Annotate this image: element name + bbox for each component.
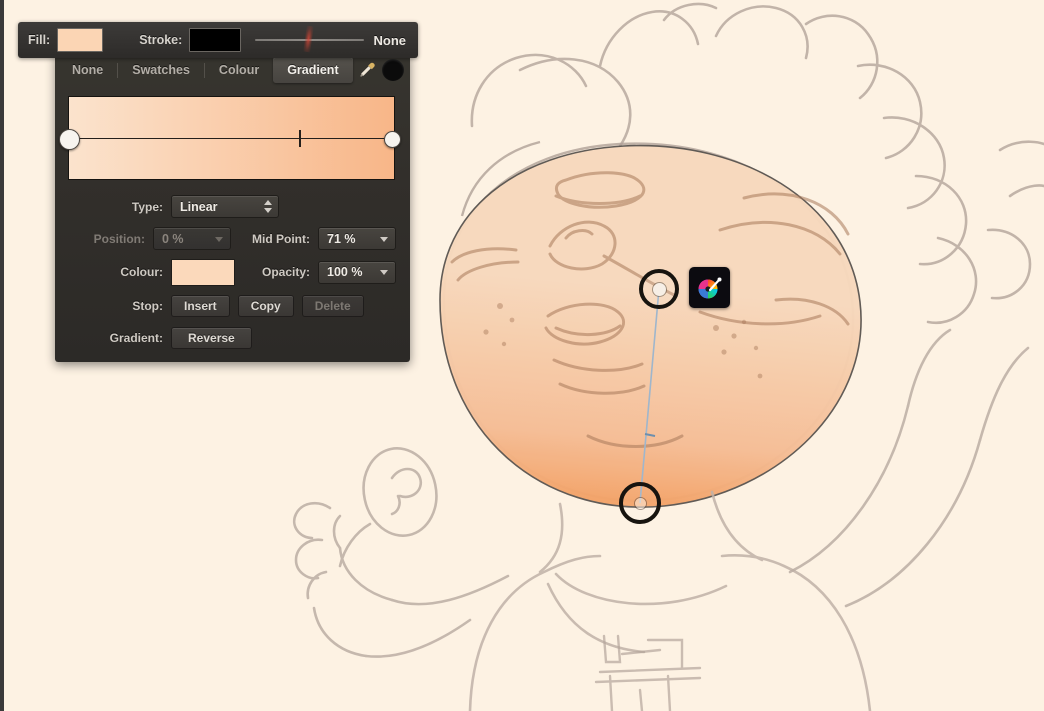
row-type: Type: Linear	[55, 192, 410, 221]
fill-label: Fill:	[28, 33, 51, 47]
gradient-midpoint-marker[interactable]	[299, 129, 302, 147]
stroke-width-value[interactable]: None	[374, 33, 407, 48]
chevron-down-icon	[380, 270, 388, 275]
gradient-axis-line	[69, 138, 394, 139]
current-colour-dot[interactable]	[382, 59, 404, 81]
opacity-select[interactable]: 100 %	[318, 260, 396, 284]
stop-delete-button: Delete	[301, 294, 364, 317]
row-colour-opacity: Colour: Opacity: 100 %	[55, 256, 410, 288]
position-value: 0 %	[162, 231, 184, 246]
row-stop-buttons: Stop: Insert Copy Delete	[55, 291, 410, 320]
eyedropper-glyph	[360, 62, 375, 77]
position-select[interactable]: 0 %	[153, 227, 231, 250]
row-position-midpoint: Position: 0 % Mid Point: 71 %	[55, 224, 410, 253]
gradient-preview-strip[interactable]	[68, 96, 395, 180]
type-select[interactable]: Linear	[171, 195, 279, 218]
type-label: Type:	[131, 199, 163, 214]
gradient-stop-end[interactable]	[384, 130, 401, 148]
position-label: Position:	[93, 231, 145, 246]
stop-colour-swatch[interactable]	[171, 258, 235, 286]
tab-gradient[interactable]: Gradient	[273, 57, 353, 83]
opacity-label: Opacity:	[261, 265, 310, 279]
eyedropper-icon[interactable]	[354, 57, 380, 83]
row-gradient-reverse: Gradient: Reverse	[55, 323, 410, 352]
fill-swatch[interactable]	[57, 28, 104, 52]
midpoint-select[interactable]: 71 %	[318, 227, 396, 250]
gradient-panel: None Swatches Colour Gradient Type: Line…	[55, 52, 410, 362]
stepper-arrows-icon	[263, 198, 272, 216]
midpoint-label: Mid Point:	[252, 231, 310, 246]
tab-swatches[interactable]: Swatches	[118, 57, 204, 83]
tab-colour[interactable]: Colour	[205, 57, 273, 83]
panel-tabs: None Swatches Colour Gradient	[58, 55, 407, 85]
midpoint-value: 71 %	[327, 231, 356, 246]
stroke-swatch[interactable]	[189, 28, 242, 52]
colour-wheel-button[interactable]	[689, 267, 730, 308]
chevron-down-icon	[380, 236, 388, 242]
gradient-stop-start[interactable]	[59, 128, 80, 150]
app-root: Fill: Stroke: None None Swatches Colour …	[0, 0, 1044, 711]
colour-wheel-icon	[698, 277, 721, 298]
left-edge-rail	[0, 0, 4, 711]
type-value: Linear	[180, 199, 218, 214]
colour-label: Colour:	[120, 265, 163, 279]
chevron-down-icon	[215, 236, 223, 242]
gradient-preview-wrapper	[59, 96, 401, 180]
midpoint-group: Mid Point: 71 %	[252, 227, 410, 250]
opacity-value: 100 %	[327, 265, 363, 279]
stop-label: Stop:	[132, 298, 163, 313]
tab-icon-group	[354, 57, 407, 83]
gradient-end-handle[interactable]	[619, 482, 661, 524]
stroke-width-slider[interactable]	[255, 25, 364, 53]
fill-stroke-toolbar: Fill: Stroke: None	[18, 22, 418, 58]
stroke-label: Stroke:	[139, 33, 183, 47]
tab-none[interactable]: None	[58, 57, 117, 83]
stop-insert-button[interactable]: Insert	[171, 294, 230, 317]
gradient-controls: Type: Linear Position: 0 % Mid Point: 71…	[55, 192, 410, 355]
opacity-group: Opacity: 100 %	[261, 260, 410, 284]
gradient-label: Gradient:	[109, 330, 163, 345]
gradient-reverse-button[interactable]: Reverse	[171, 326, 252, 349]
stop-copy-button[interactable]: Copy	[237, 294, 294, 317]
gradient-start-handle[interactable]	[639, 269, 679, 309]
